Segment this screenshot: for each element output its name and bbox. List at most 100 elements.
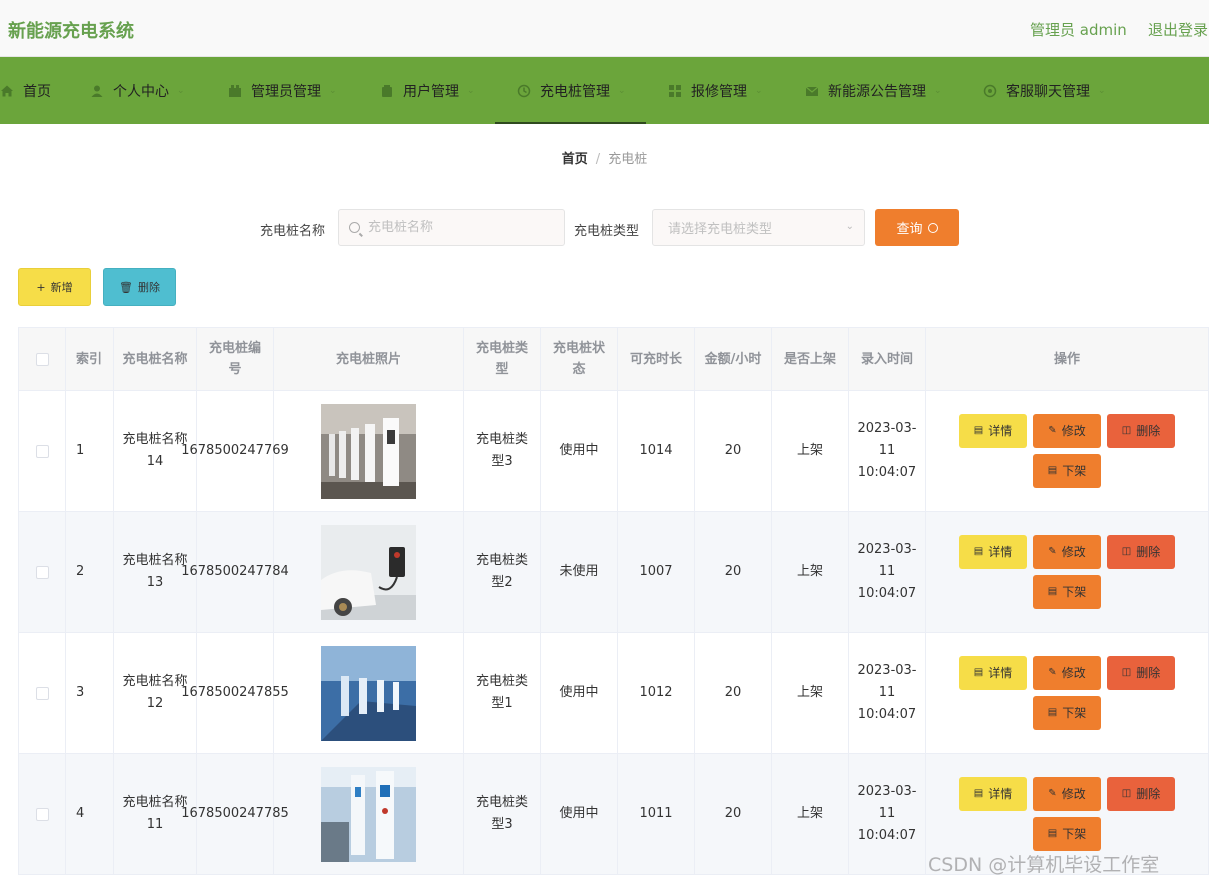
charger-status: 使用中 <box>541 391 618 511</box>
price-per-hour: 20 <box>695 754 772 874</box>
detail-button[interactable]: ▤ 详情 <box>959 777 1027 811</box>
table-row: 1 充电桩名称14 1678500247769 充电桩类型3 使用中 1014 … <box>19 391 1209 512</box>
logout-link[interactable]: 退出登录 <box>1148 19 1208 40</box>
delete-button[interactable]: ◫ 删除 <box>1107 414 1175 448</box>
detail-button[interactable]: ▤ 详情 <box>959 414 1027 448</box>
column-header: 操作 <box>926 328 1209 390</box>
chevron-down-icon: ⌄ <box>845 221 854 232</box>
document-icon: ▤ <box>1047 828 1058 839</box>
entry-time: 2023-03-11 10:04:07 <box>849 512 926 632</box>
charge-duration: 1011 <box>618 754 695 874</box>
add-button-label: 新增 <box>50 281 73 294</box>
shelf-status: 上架 <box>772 391 849 511</box>
nav-label: 新能源公告管理 <box>828 83 926 100</box>
type-select-placeholder: 请选择充电桩类型 <box>668 222 773 237</box>
off-shelf-button[interactable]: ▤ 下架 <box>1033 696 1101 730</box>
name-search-label: 充电桩名称 <box>260 224 326 239</box>
price-per-hour: 20 <box>695 633 772 753</box>
type-search-label: 充电桩类型 <box>574 224 640 239</box>
table-row: 2 充电桩名称13 1678500247784 充电桩类型2 未使用 1007 … <box>19 512 1209 633</box>
nav-item-admin[interactable]: 管理员管理 ⌄ <box>228 57 337 124</box>
trash-icon: ◫ <box>1121 788 1132 799</box>
batch-delete-label: 删除 <box>137 281 160 294</box>
row-checkbox[interactable] <box>35 565 49 579</box>
row-checkbox[interactable] <box>35 807 49 821</box>
detail-button[interactable]: ▤ 详情 <box>959 535 1027 569</box>
row-checkbox[interactable] <box>35 686 49 700</box>
name-search-field[interactable] <box>338 209 565 246</box>
nav-item-notice[interactable]: 新能源公告管理 ⌄ <box>805 57 942 124</box>
app-title: 新能源充电系统 <box>8 21 134 42</box>
batch-delete-button[interactable]: 🗑 删除 <box>103 268 176 306</box>
chevron-down-icon: ⌄ <box>618 85 626 96</box>
delete-button[interactable]: ◫ 删除 <box>1107 656 1175 690</box>
admin-icon <box>228 84 242 98</box>
document-icon: ▤ <box>1047 707 1058 718</box>
search-icon <box>349 222 360 233</box>
charger-photo[interactable] <box>321 766 416 862</box>
type-select[interactable]: 请选择充电桩类型 ⌄ <box>652 209 865 246</box>
row-actions: ▤ 详情 ✎ 修改 ◫ 删除 ▤ 下架 <box>926 633 1209 753</box>
row-checkbox[interactable] <box>35 444 49 458</box>
chevron-down-icon: ⌄ <box>1098 85 1106 96</box>
pencil-icon: ✎ <box>1048 788 1057 799</box>
off-shelf-button[interactable]: ▤ 下架 <box>1033 454 1101 488</box>
charger-table: 索引 充电桩名称 充电桩编号 充电桩照片 充电桩类型 充电桩状态 可充时长 金额… <box>18 327 1209 875</box>
delete-button[interactable]: ◫ 删除 <box>1107 535 1175 569</box>
column-header: 充电桩编号 <box>197 328 274 390</box>
chevron-down-icon: ⌄ <box>467 85 475 96</box>
nav-active-indicator <box>495 122 646 124</box>
nav-label: 个人中心 <box>113 83 169 100</box>
nav-label: 管理员管理 <box>251 83 321 100</box>
user-icon <box>90 84 104 98</box>
name-search-input[interactable] <box>368 220 548 235</box>
charger-photo[interactable] <box>321 524 416 620</box>
trash-icon: ◫ <box>1121 425 1132 436</box>
column-header: 金额/小时 <box>695 328 772 390</box>
add-button[interactable]: + 新增 <box>18 268 91 306</box>
entry-time: 2023-03-11 10:04:07 <box>849 754 926 874</box>
chevron-down-icon: ⌄ <box>177 85 185 96</box>
table-row: 3 充电桩名称12 1678500247855 充电桩类型1 使用中 1012 … <box>19 633 1209 754</box>
nav-item-repair[interactable]: 报修管理 ⌄ <box>668 57 763 124</box>
table-header: 索引 充电桩名称 充电桩编号 充电桩照片 充电桩类型 充电桩状态 可充时长 金额… <box>19 328 1209 391</box>
search-icon <box>927 222 938 233</box>
trash-icon: 🗑 <box>119 280 133 294</box>
charger-photo[interactable] <box>321 645 416 741</box>
repair-icon <box>668 84 682 98</box>
entry-time: 2023-03-11 10:04:07 <box>849 391 926 511</box>
nav-label: 用户管理 <box>403 83 459 100</box>
delete-button[interactable]: ◫ 删除 <box>1107 777 1175 811</box>
pencil-icon: ✎ <box>1048 546 1057 557</box>
document-icon: ▤ <box>973 546 984 557</box>
nav-item-users[interactable]: 用户管理 ⌄ <box>380 57 475 124</box>
column-header: 索引 <box>66 328 114 390</box>
row-index: 2 <box>66 512 114 632</box>
row-actions: ▤ 详情 ✎ 修改 ◫ 删除 ▤ 下架 <box>926 391 1209 511</box>
nav-item-home[interactable]: 首页 <box>0 57 51 124</box>
off-shelf-button[interactable]: ▤ 下架 <box>1033 575 1101 609</box>
query-button[interactable]: 查询 <box>875 209 959 246</box>
edit-button[interactable]: ✎ 修改 <box>1033 414 1101 448</box>
edit-button[interactable]: ✎ 修改 <box>1033 777 1101 811</box>
nav-item-charger[interactable]: 充电桩管理 ⌄ <box>517 57 626 124</box>
breadcrumb-home[interactable]: 首页 <box>562 152 588 167</box>
nav-item-profile[interactable]: 个人中心 ⌄ <box>90 57 185 124</box>
nav-label: 充电桩管理 <box>540 83 610 100</box>
off-shelf-button[interactable]: ▤ 下架 <box>1033 817 1101 851</box>
watermark: CSDN @计算机毕设工作室 <box>928 854 1160 876</box>
home-icon <box>0 84 14 98</box>
nav-item-chat[interactable]: 客服聊天管理 ⌄ <box>983 57 1106 124</box>
edit-button[interactable]: ✎ 修改 <box>1033 656 1101 690</box>
detail-button[interactable]: ▤ 详情 <box>959 656 1027 690</box>
charger-type: 充电桩类型3 <box>464 391 541 511</box>
charger-type: 充电桩类型2 <box>464 512 541 632</box>
charger-photo[interactable] <box>321 403 416 499</box>
select-all-checkbox[interactable] <box>35 352 49 366</box>
trash-icon: ◫ <box>1121 667 1132 678</box>
edit-button[interactable]: ✎ 修改 <box>1033 535 1101 569</box>
row-index: 3 <box>66 633 114 753</box>
column-header: 充电桩名称 <box>114 328 197 390</box>
shelf-status: 上架 <box>772 633 849 753</box>
charger-icon <box>517 84 531 98</box>
